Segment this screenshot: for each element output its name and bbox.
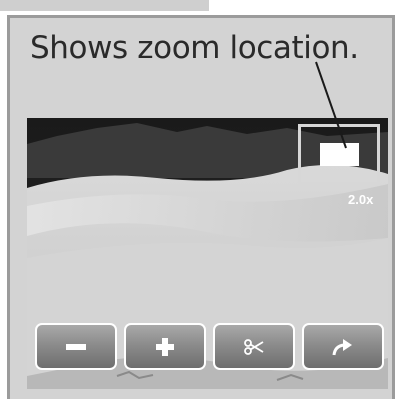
zoom-level-label: 2.0x — [348, 192, 374, 207]
zoom-location-indicator — [320, 143, 359, 166]
caption-text: Shows zoom location. — [30, 30, 359, 66]
trim-button[interactable] — [213, 323, 295, 370]
plus-icon — [156, 337, 174, 356]
zoom-in-button[interactable] — [124, 323, 206, 370]
share-button[interactable] — [302, 323, 384, 370]
arrow-curve-icon — [332, 338, 352, 355]
playback-toolbar — [35, 323, 385, 370]
zoom-out-button[interactable] — [35, 323, 117, 370]
zoom-navigator — [298, 124, 380, 185]
minus-icon — [66, 343, 86, 350]
scissors-icon — [244, 338, 264, 355]
camera-screen: 2.0x — [27, 118, 388, 389]
top-divider — [0, 0, 209, 11]
